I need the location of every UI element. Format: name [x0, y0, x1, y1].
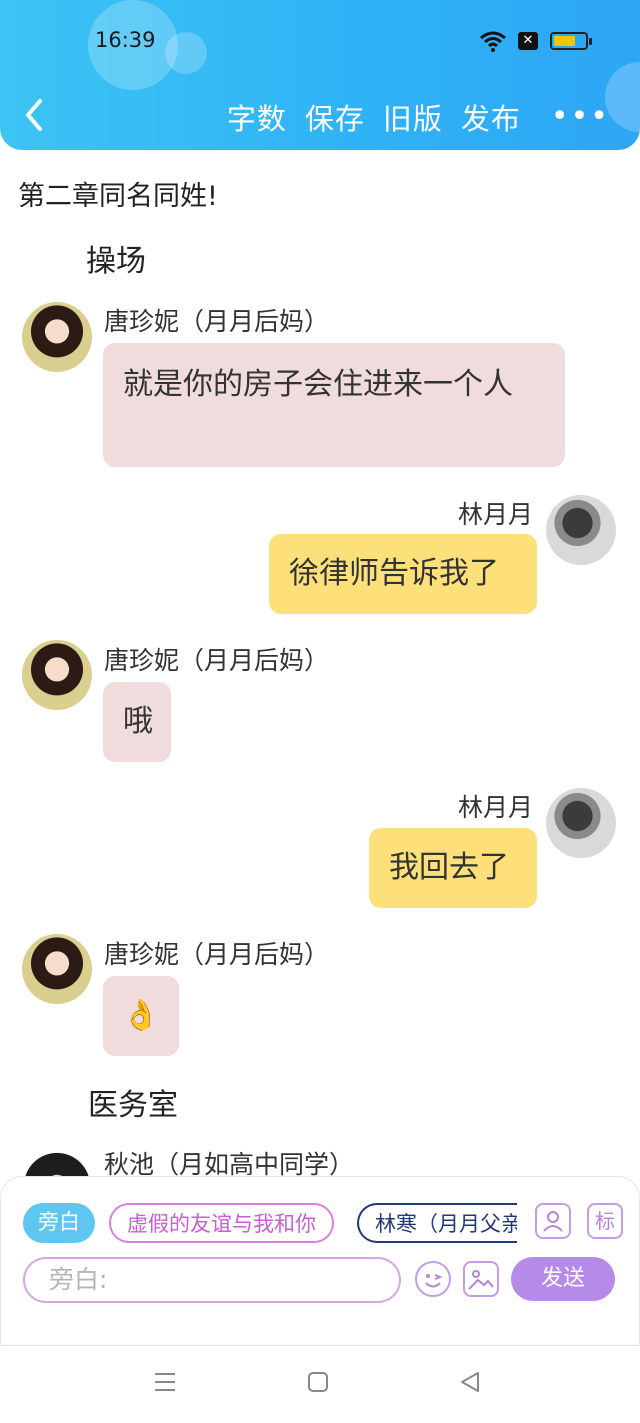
sender-name: 林月月: [458, 500, 534, 529]
decoration-bubble: [165, 32, 207, 74]
sender-name: 唐珍妮（月月后妈）: [104, 646, 330, 675]
composer-panel: 旁白 虚假的友谊与我和你 林寒（月月父亲 标 旁白: 发送: [0, 1176, 640, 1346]
wifi-icon: [480, 31, 506, 52]
sender-name: 唐珍妮（月月后妈）: [104, 307, 330, 336]
decoration-bubble: [605, 62, 640, 132]
role-chip-story[interactable]: 虚假的友谊与我和你: [109, 1203, 334, 1243]
message-bubble[interactable]: 就是你的房子会住进来一个人: [103, 343, 565, 467]
avatar-lin-yueyue[interactable]: [546, 495, 616, 565]
scene-label: 医务室: [88, 1088, 178, 1123]
app-header: 16:39 ✕ 字数 保存 旧版 发布 •••: [0, 0, 640, 150]
role-chip-lin-han[interactable]: 林寒（月月父亲: [357, 1203, 517, 1243]
status-icons: ✕: [480, 30, 592, 52]
avatar-qiu-chi[interactable]: [22, 1144, 92, 1180]
send-button[interactable]: 发送: [511, 1257, 615, 1301]
battery-icon: [550, 32, 592, 50]
sender-name: 唐珍妮（月月后妈）: [104, 940, 330, 969]
status-time: 16:39: [95, 28, 156, 52]
header-actions: 字数 保存 旧版 发布 •••: [227, 96, 610, 138]
character-icon[interactable]: [535, 1203, 571, 1239]
message-bubble[interactable]: 哦: [103, 682, 171, 762]
message-bubble[interactable]: 我回去了: [369, 828, 537, 908]
more-menu-icon[interactable]: •••: [551, 102, 610, 132]
back-nav-icon[interactable]: [458, 1370, 482, 1394]
menu-icon[interactable]: [153, 1370, 177, 1394]
sender-name: 林月月: [458, 793, 534, 822]
emoji-icon[interactable]: [415, 1261, 451, 1297]
system-navigation-bar: [0, 1346, 640, 1423]
image-icon[interactable]: [463, 1261, 499, 1297]
old-version-button[interactable]: 旧版: [383, 96, 443, 138]
message-bubble[interactable]: 徐律师告诉我了: [269, 534, 537, 614]
no-sim-icon: ✕: [518, 32, 538, 50]
home-icon[interactable]: [306, 1370, 330, 1394]
avatar-tang-zhenni[interactable]: [22, 640, 92, 710]
avatar-tang-zhenni[interactable]: [22, 302, 92, 372]
word-count-button[interactable]: 字数: [227, 96, 287, 138]
avatar-lin-yueyue[interactable]: [546, 788, 616, 858]
save-button[interactable]: 保存: [305, 96, 365, 138]
chapter-title: 第二章同名同姓!: [18, 181, 218, 212]
chat-content: 第二章同名同姓! 操场 唐珍妮（月月后妈） 就是你的房子会住进来一个人 林月月 …: [0, 150, 640, 1180]
publish-button[interactable]: 发布: [461, 96, 521, 138]
role-chip-narration[interactable]: 旁白: [23, 1203, 95, 1243]
back-button[interactable]: [20, 95, 50, 135]
scene-label: 操场: [86, 244, 146, 279]
message-input[interactable]: 旁白:: [23, 1257, 401, 1303]
message-bubble[interactable]: 👌: [103, 976, 179, 1056]
avatar-tang-zhenni[interactable]: [22, 934, 92, 1004]
tag-button[interactable]: 标: [587, 1203, 623, 1239]
sender-name: 秋池（月如高中同学）: [104, 1150, 355, 1179]
